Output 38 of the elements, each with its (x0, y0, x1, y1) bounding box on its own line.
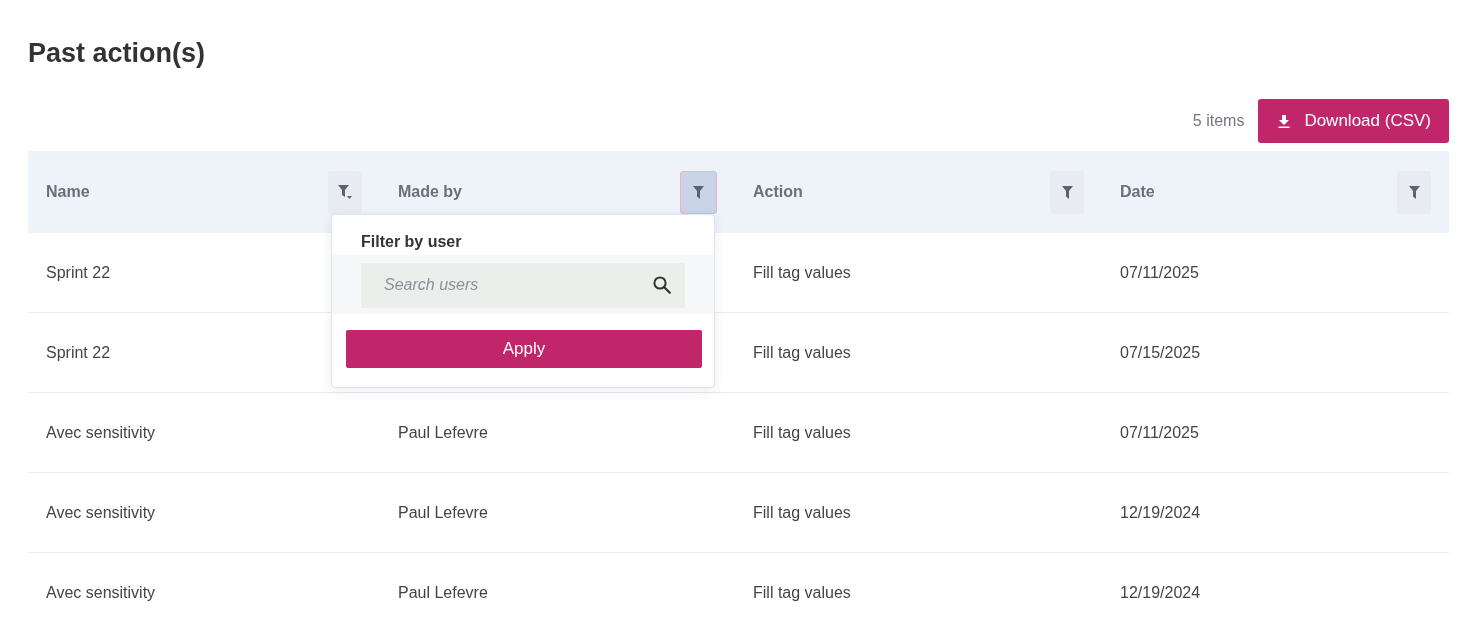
funnel-caret-icon (337, 185, 353, 199)
table-cell: 12/19/2024 (1120, 584, 1201, 601)
column-header: Name (46, 183, 90, 201)
apply-button[interactable]: Apply (346, 329, 702, 368)
download-icon (1278, 114, 1291, 128)
table-cell: Fill tag values (753, 423, 851, 441)
filter-button[interactable] (680, 170, 717, 214)
table-cell: 12/19/2024 (1120, 503, 1201, 521)
filter-button[interactable] (1397, 170, 1431, 214)
table-cell: Sprint 22 (46, 263, 111, 281)
table-cell: Fill tag values (753, 503, 851, 521)
table-cell: Fill tag values (753, 343, 851, 361)
column-header: Made by (398, 183, 462, 201)
table-cell: 07/11/2025 (1120, 263, 1199, 281)
search-field[interactable]: Search users (361, 262, 685, 308)
item-count: 5 items (1192, 112, 1245, 130)
table-cell: Fill tag values (753, 263, 851, 281)
funnel-icon (693, 185, 704, 199)
table-cell: Avec sensitivity (46, 503, 156, 521)
table-cell: Sprint 22 (46, 343, 111, 361)
table-cell: 07/15/2025 (1120, 343, 1201, 361)
table-cell: Avec sensitivity (46, 423, 156, 441)
table-cell: Fill tag values (753, 584, 851, 601)
page-title: Past action(s) (28, 37, 206, 70)
search-icon (653, 275, 671, 294)
column-header: Date (1120, 183, 1155, 201)
table-cell: Paul Lefevre (398, 584, 488, 601)
funnel-icon (1408, 185, 1420, 199)
filter-button[interactable] (1050, 170, 1084, 214)
funnel-icon (1061, 185, 1073, 199)
table-cell: Paul Lefevre (398, 423, 488, 441)
column-header: Action (753, 183, 803, 201)
table-cell: Avec sensitivity (46, 584, 156, 601)
table-cell: Paul Lefevre (398, 503, 488, 521)
filter-button[interactable] (328, 170, 362, 214)
download-button[interactable]: Download (CSV) (1258, 99, 1449, 143)
popover-title: Filter by user (360, 231, 463, 252)
table-cell: 07/11/2025 (1120, 423, 1199, 441)
